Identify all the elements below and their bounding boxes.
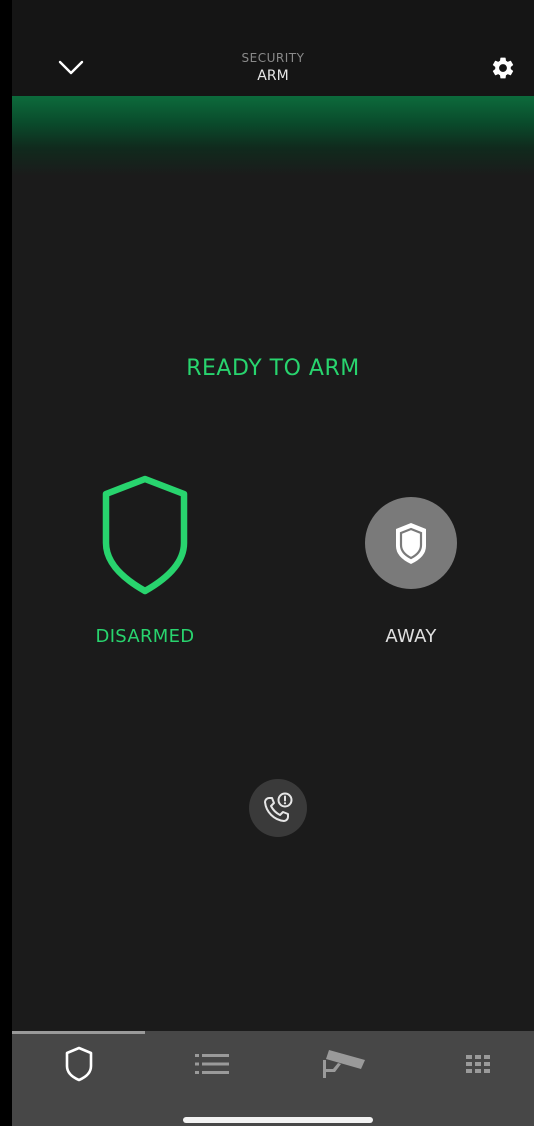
header: SECURITY ARM — [12, 0, 534, 96]
nav-item-keypad[interactable] — [413, 1039, 534, 1089]
status-glow-band — [12, 96, 534, 176]
shield-icon — [65, 1046, 93, 1082]
mode-away-button[interactable]: AWAY — [321, 470, 501, 647]
arm-status-text: READY TO ARM — [186, 356, 360, 381]
mode-away-label: AWAY — [385, 626, 437, 647]
keypad-icon — [466, 1055, 490, 1073]
list-icon — [195, 1054, 229, 1074]
page-subtitle: SECURITY — [241, 51, 305, 65]
camera-icon — [323, 1050, 365, 1078]
home-indicator[interactable] — [183, 1117, 373, 1123]
nav-item-camera[interactable] — [280, 1039, 410, 1089]
mode-disarmed-button[interactable]: DISARMED — [55, 470, 235, 647]
gear-icon — [492, 57, 514, 79]
away-circle — [365, 497, 457, 589]
page-title-text: ARM — [257, 68, 289, 84]
nav-active-indicator — [12, 1031, 145, 1034]
settings-button[interactable] — [489, 54, 517, 82]
emergency-call-button[interactable] — [249, 779, 307, 837]
mode-disarmed-icon-wrap — [55, 470, 235, 600]
mode-disarmed-label: DISARMED — [95, 626, 195, 647]
nav-item-security[interactable] — [14, 1039, 144, 1089]
phone-alert-icon — [264, 792, 293, 822]
page-title: SECURITY ARM — [12, 50, 534, 86]
nav-item-list[interactable] — [147, 1039, 277, 1089]
shield-filled-icon — [396, 523, 426, 564]
shield-outline-icon — [102, 475, 188, 595]
bottom-nav — [12, 1031, 534, 1126]
mode-away-icon-wrap — [321, 470, 501, 600]
